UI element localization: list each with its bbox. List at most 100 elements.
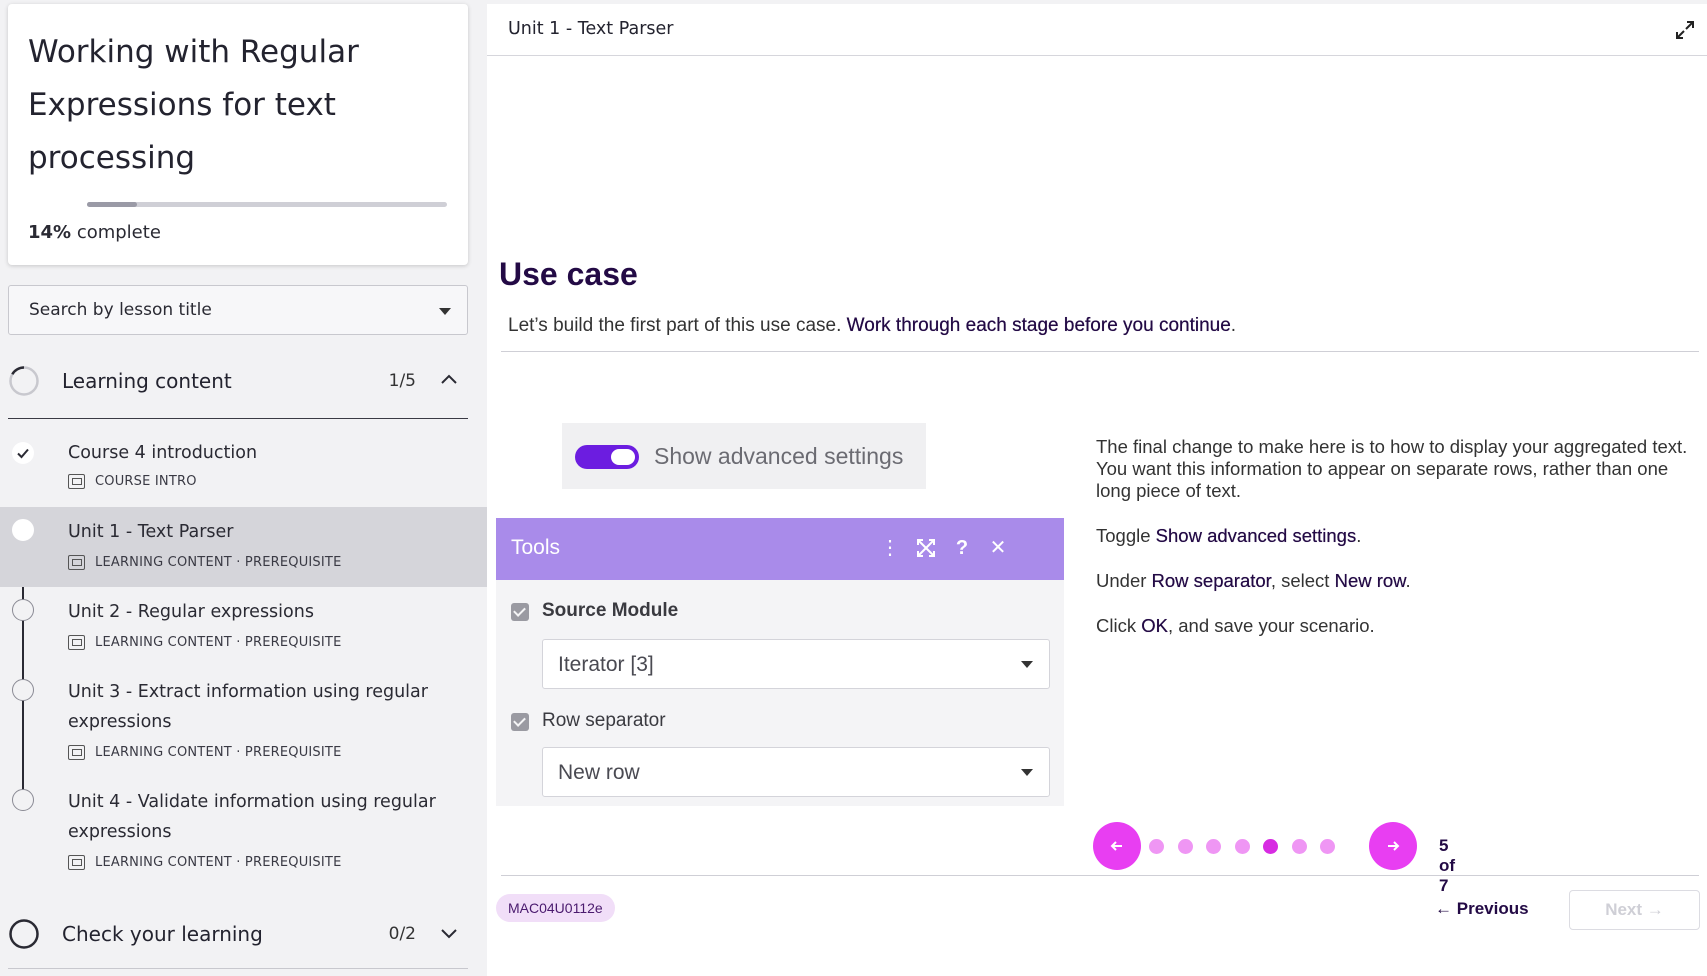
progress-percent: 14%	[28, 222, 72, 243]
search-placeholder: Search by lesson title	[29, 300, 212, 320]
next-button-disabled[interactable]: Next →	[1569, 890, 1700, 930]
lesson-item[interactable]: Unit 3 - Extract information using regul…	[0, 667, 487, 777]
advanced-settings-illustration: Show advanced settings	[562, 423, 926, 489]
completed-check-icon	[12, 442, 34, 464]
current-lesson-dot-icon	[12, 519, 34, 541]
carousel-dot[interactable]	[1206, 839, 1221, 854]
instruction-paragraph: Click OK, and save your scenario.	[1096, 615, 1696, 637]
learning-content-icon	[68, 635, 85, 650]
carousel-dot[interactable]	[1234, 839, 1250, 854]
instruction-text: .	[1405, 570, 1411, 591]
lesson-meta: COURSE INTRO	[68, 474, 197, 489]
instruction-paragraph: The final change to make here is to how …	[1096, 436, 1688, 501]
lesson-item[interactable]: Unit 2 - Regular expressions LEARNING CO…	[0, 587, 487, 667]
row-separator-value: New row	[558, 761, 640, 784]
toggle-switch-on	[575, 445, 639, 469]
lesson-meta-text: LEARNING CONTENT · PREREQUISITE	[95, 745, 342, 760]
learning-content-icon	[68, 855, 85, 870]
course-card: Working with Regular Expressions for tex…	[8, 4, 468, 265]
close-icon: ✕	[989, 537, 1007, 559]
lead-text: Let’s build the first part of this use c…	[508, 315, 847, 336]
lesson-title: Course 4 introduction	[68, 443, 258, 463]
instruction-text: Click	[1096, 615, 1142, 636]
chevron-up-icon[interactable]	[438, 369, 460, 391]
row-separator-select: New row	[542, 747, 1050, 797]
instructions: The final change to make here is to how …	[1096, 436, 1696, 660]
course-progress-text: 14% complete	[28, 222, 161, 243]
progress-suffix: complete	[71, 222, 161, 243]
arrow-left-icon: ←	[1435, 899, 1452, 918]
section-divider	[8, 418, 468, 419]
checkbox-checked-icon	[511, 713, 529, 731]
fullscreen-expand-icon[interactable]	[1673, 18, 1697, 42]
module-code-badge: MAC04U0112e	[496, 894, 615, 922]
carousel-prev-button[interactable]	[1093, 822, 1141, 870]
source-module-label: Source Module	[542, 600, 679, 621]
carousel-dot[interactable]	[1320, 839, 1335, 854]
tools-panel-title: Tools	[511, 536, 561, 559]
carousel-dot[interactable]	[1263, 839, 1278, 854]
lesson-meta: LEARNING CONTENT · PREREQUISITE	[68, 635, 341, 650]
content-divider	[501, 351, 1699, 352]
source-module-select: Iterator [3]	[542, 639, 1050, 689]
tools-panel-illustration: Tools ⋮ ? ✕ Source Module Iterator [3] R…	[496, 518, 1064, 806]
course-progress-bar	[87, 202, 447, 207]
checkbox-checked-icon	[511, 603, 529, 621]
app-root: Working with Regular Expressions for tex…	[0, 0, 1707, 976]
lesson-item-current[interactable]: Unit 1 - Text Parser LEARNING CONTENT · …	[0, 507, 487, 587]
section-progress-ring-icon	[9, 919, 39, 949]
carousel-next-button[interactable]	[1369, 822, 1417, 870]
section-count: 1/5	[388, 371, 416, 391]
source-module-value: Iterator [3]	[558, 653, 654, 676]
learning-content-icon	[68, 555, 85, 570]
lesson-meta: LEARNING CONTENT · PREREQUISITE	[68, 745, 341, 760]
instruction-paragraph: Toggle Show advanced settings.	[1096, 525, 1696, 547]
content-topbar: Unit 1 - Text Parser	[487, 4, 1707, 56]
dropdown-caret-icon	[1021, 769, 1033, 776]
not-started-dot-icon	[12, 789, 34, 811]
lesson-meta-text: COURSE INTRO	[95, 474, 197, 489]
help-icon: ?	[955, 537, 969, 559]
section-divider	[8, 968, 468, 969]
lesson-title: Unit 2 - Regular expressions	[68, 602, 314, 622]
course-sidebar: Working with Regular Expressions for tex…	[0, 0, 487, 976]
lead-paragraph: Let’s build the first part of this use c…	[508, 315, 1236, 337]
carousel-dot[interactable]	[1149, 839, 1164, 854]
not-started-dot-icon	[12, 679, 34, 701]
footer-divider	[501, 875, 1699, 876]
carousel-dot[interactable]	[1177, 839, 1193, 854]
lesson-content: Unit 1 - Text Parser Use case Let’s buil…	[487, 4, 1707, 976]
instruction-emphasis: Show advanced settings	[1155, 525, 1357, 546]
next-label: Next	[1605, 900, 1643, 919]
instruction-text: , select	[1270, 570, 1335, 591]
section-title: Check your learning	[62, 922, 263, 946]
lesson-search-select[interactable]: Search by lesson title	[8, 285, 468, 335]
maximize-icon	[917, 539, 935, 557]
section-check-your-learning[interactable]: Check your learning 0/2	[8, 904, 468, 964]
row-separator-label: Row separator	[542, 710, 666, 731]
toggle-knob	[611, 449, 635, 465]
lesson-title: Unit 1 - Text Parser	[68, 522, 234, 542]
lesson-meta-text: LEARNING CONTENT · PREREQUISITE	[95, 635, 342, 650]
instruction-emphasis: Row separator	[1151, 570, 1271, 591]
arrow-right-icon	[1388, 841, 1400, 851]
lesson-meta: LEARNING CONTENT · PREREQUISITE	[68, 855, 341, 870]
dropdown-caret-icon	[439, 308, 451, 315]
not-started-dot-icon	[12, 599, 34, 621]
lesson-item[interactable]: Course 4 introduction COURSE INTRO	[0, 430, 487, 507]
learning-content-icon	[68, 745, 85, 760]
course-progress-fill	[87, 202, 138, 207]
carousel-pager-text: 5 of 7	[1439, 836, 1456, 895]
tools-panel-header: Tools ⋮ ? ✕	[496, 518, 1064, 580]
carousel-dot[interactable]	[1291, 839, 1307, 854]
arrow-left-icon	[1110, 841, 1122, 851]
page-heading: Use case	[499, 256, 638, 292]
section-title: Learning content	[62, 369, 232, 393]
previous-button[interactable]: ← Previous	[1435, 894, 1529, 924]
section-learning-content[interactable]: Learning content 1/5	[8, 351, 468, 411]
lesson-meta-text: LEARNING CONTENT · PREREQUISITE	[95, 855, 342, 870]
instruction-text: , and save your scenario.	[1167, 615, 1375, 636]
lesson-item[interactable]: Unit 4 - Validate information using regu…	[0, 777, 487, 887]
chevron-down-icon[interactable]	[438, 922, 460, 944]
lesson-title: Unit 3 - Extract information using regul…	[68, 682, 428, 732]
